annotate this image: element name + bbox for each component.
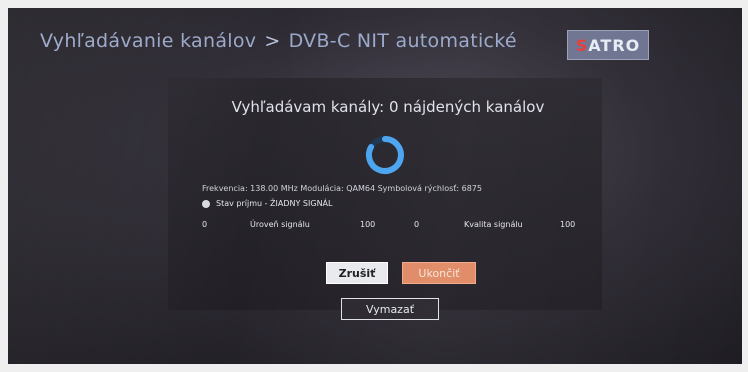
signal-levels: 0 Úroveň signálu 100 0 Kvalita signálu 1… [202, 220, 582, 234]
scan-dialog: Vyhľadávam kanály: 0 nájdených kanálov F… [168, 78, 602, 310]
finish-button[interactable]: Ukončiť [402, 262, 476, 284]
tv-screen: Vyhľadávanie kanálov > DVB-C NIT automatic… [8, 8, 742, 364]
page-subtitle: DVB-C NIT automatické [288, 30, 517, 52]
status-dot-icon [202, 199, 210, 208]
signal-level-max: 100 [360, 220, 376, 229]
page-title: Vyhľadávanie kanálov [40, 30, 257, 52]
reception-status: Stav príjmu - ŽIADNY SIGNÁL [202, 199, 332, 208]
satro-logo: SATRO [567, 30, 649, 60]
loading-spinner-icon [366, 136, 404, 174]
breadcrumb: Vyhľadávanie kanálov > DVB-C NIT automatic… [40, 30, 517, 52]
reception-status-text: Stav príjmu - ŽIADNY SIGNÁL [216, 199, 333, 208]
signal-quality-min: 0 [414, 220, 420, 229]
signal-quality-max: 100 [560, 220, 576, 229]
cancel-button[interactable]: Zrušiť [326, 262, 388, 284]
tuning-info: Frekvencia: 138.00 MHz Modulácia: QAM64 … [202, 184, 482, 193]
signal-level-label: Úroveň signálu [250, 220, 310, 229]
signal-quality-label: Kvalita signálu [464, 220, 523, 229]
breadcrumb-separator: > [264, 30, 281, 52]
signal-level-min: 0 [202, 220, 208, 229]
scan-heading: Vyhľadávam kanály: 0 nájdených kanálov [231, 98, 545, 116]
delete-button[interactable]: Vymazať [341, 298, 439, 320]
logo-text: SATRO [575, 35, 641, 55]
